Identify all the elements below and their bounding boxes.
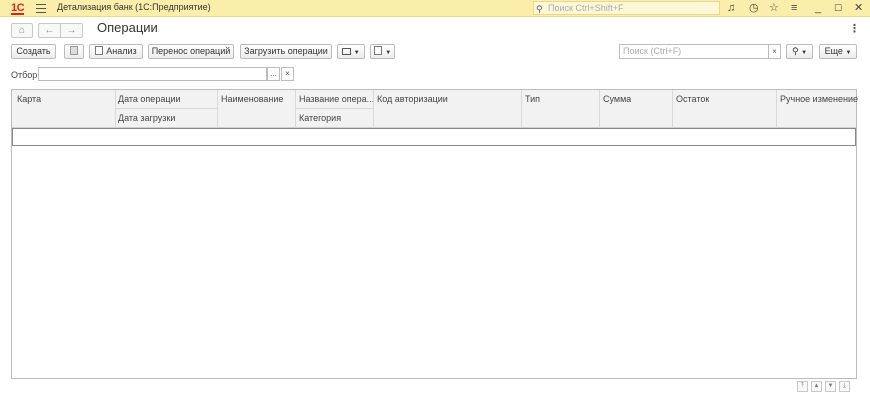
search-options-dropdown[interactable]: ⚲ ▼ (786, 44, 813, 59)
settings-menu-icon[interactable]: ≡ (791, 2, 797, 14)
bell-icon[interactable]: ♫ (727, 2, 735, 14)
scroll-bottom-button[interactable]: ⤓ (839, 381, 850, 392)
header-card: Карта (17, 94, 42, 104)
search-clear-button[interactable]: × (768, 44, 781, 59)
header-load-date: Дата загрузки (118, 113, 176, 123)
filter-choose-button[interactable]: ... (267, 67, 280, 81)
header-type: Тип (525, 94, 541, 104)
operations-table[interactable]: Карта Дата операции Дата загрузки Наимен… (11, 89, 858, 379)
list-search-input[interactable]: Поиск (Ctrl+F) (619, 44, 770, 59)
chevron-down-icon: ▼ (385, 50, 392, 56)
home-icon: ⌂ (18, 25, 26, 36)
1c-logo[interactable]: 1С (11, 2, 25, 15)
title-bar: 1С Детализация банк (1С:Предприятие) ⚲ П… (0, 0, 870, 17)
table-header: Карта Дата операции Дата загрузки Наимен… (12, 90, 858, 128)
filter-input[interactable] (38, 67, 267, 81)
create-button[interactable]: Создать (11, 44, 56, 59)
analysis-label: Анализ (106, 46, 137, 56)
table-row[interactable] (12, 128, 856, 146)
close-icon[interactable]: ✕ (854, 2, 863, 14)
forward-arrow-icon: → (66, 25, 77, 36)
chevron-down-icon: ▼ (353, 50, 360, 56)
chevron-down-icon: ▼ (845, 50, 852, 56)
table-view-dropdown[interactable]: ▼ (337, 44, 365, 59)
forward-button[interactable]: → (60, 23, 83, 38)
copy-button[interactable] (64, 44, 84, 59)
back-arrow-icon: ← (44, 25, 55, 36)
history-icon[interactable]: ◷ (749, 2, 759, 14)
header-sum: Сумма (603, 94, 632, 104)
global-search-placeholder: Поиск Ctrl+Shift+F (548, 3, 624, 13)
more-label: Еще (824, 46, 843, 56)
minimize-icon[interactable]: _ (815, 2, 821, 14)
search-icon: ⚲ (536, 4, 543, 14)
header-op-date: Дата операции (118, 94, 181, 104)
analysis-button[interactable]: Анализ (89, 44, 143, 59)
back-button[interactable]: ← (38, 23, 60, 38)
star-icon[interactable]: ☆ (769, 2, 779, 14)
header-name: Наименование (221, 94, 284, 104)
scroll-up-button[interactable]: ▲ (811, 381, 822, 392)
header-op-name: Название опера... (299, 94, 373, 104)
print-icon (373, 46, 382, 55)
load-operations-button[interactable]: Загрузить операции (240, 44, 332, 59)
page-title: Операции (97, 20, 158, 35)
more-actions-icon[interactable]: ⋮ (849, 22, 860, 35)
hamburger-menu-icon[interactable] (36, 4, 46, 13)
header-auth-code: Код авторизации (377, 94, 448, 104)
home-button[interactable]: ⌂ (11, 23, 33, 38)
table-icon (342, 48, 352, 55)
global-search-input[interactable]: ⚲ Поиск Ctrl+Shift+F (533, 1, 720, 15)
filter-label: Отбор: (11, 70, 40, 80)
header-manual: Ручное изменение (780, 94, 858, 104)
more-button[interactable]: Еще ▼ (819, 44, 857, 59)
header-divider (116, 108, 218, 109)
print-dropdown[interactable]: ▼ (370, 44, 395, 59)
maximize-icon[interactable]: ☐ (834, 2, 842, 14)
search-icon: ⚲ (791, 46, 799, 56)
filter-clear-button[interactable]: × (281, 67, 294, 81)
copy-icon (70, 46, 78, 55)
scroll-down-button[interactable]: ▼ (825, 381, 836, 392)
header-category: Категория (299, 113, 342, 123)
scroll-top-button[interactable]: ⤒ (797, 381, 808, 392)
chevron-down-icon: ▼ (801, 50, 808, 56)
header-divider (296, 108, 374, 109)
report-icon (95, 46, 104, 55)
header-balance: Остаток (676, 94, 710, 104)
transfer-operations-button[interactable]: Перенос операций (148, 44, 234, 59)
app-title: Детализация банк (1С:Предприятие) (57, 2, 211, 12)
